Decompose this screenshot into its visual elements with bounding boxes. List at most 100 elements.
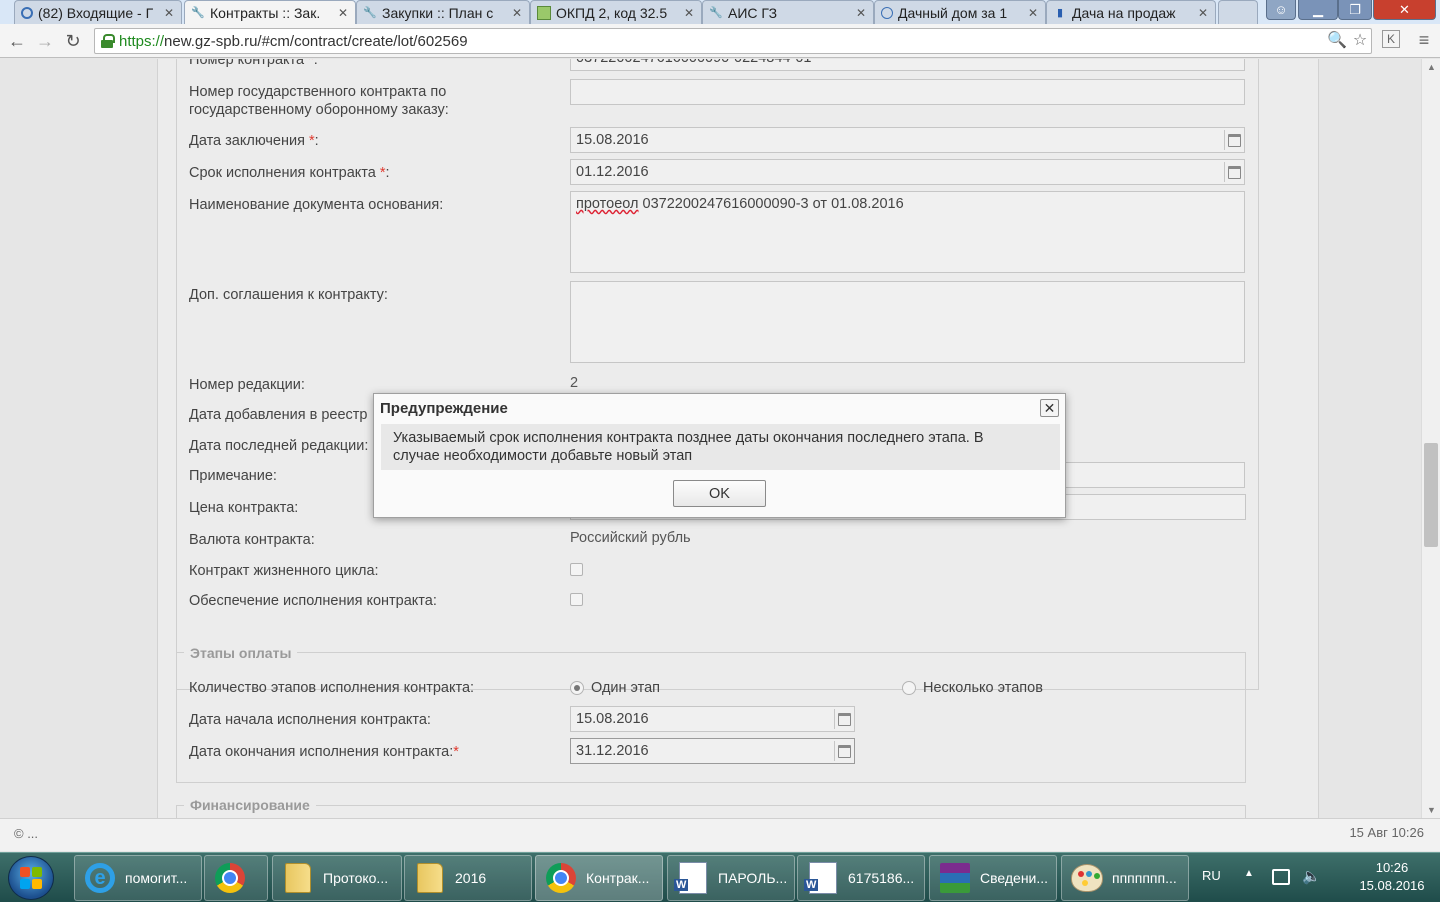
browser-tab-strip: (82) Входящие - Г ✕ 🔧 Контракты :: Зак. … (0, 0, 1440, 24)
user-icon[interactable]: ☺ (1266, 0, 1296, 20)
contract-number-field[interactable]: 0372200247616000090-0224844-01 (570, 59, 1245, 71)
dialog-message: Указываемый срок исполнения контракта по… (381, 424, 1060, 470)
revision-label: Номер редакции: (189, 377, 305, 393)
calendar-icon[interactable] (1224, 130, 1244, 150)
clock[interactable]: 10:26 15.08.2016 (1356, 859, 1428, 895)
tab-okpd[interactable]: ОКПД 2, код 32.5 ✕ (530, 0, 702, 24)
tab-contracts[interactable]: 🔧 Контракты :: Зак. ✕ (184, 0, 356, 24)
mail-icon (21, 6, 33, 19)
price-label: Цена контракта: (189, 500, 299, 516)
term-label: Срок исполнения контракта *: (189, 165, 390, 181)
network-icon[interactable] (1272, 869, 1290, 885)
dialog-title: Предупреждение (380, 400, 508, 417)
agreements-label: Доп. соглашения к контракту: (189, 287, 388, 303)
star-icon[interactable]: ☆ (1350, 30, 1370, 50)
back-icon[interactable]: ← (6, 30, 28, 52)
reload-icon[interactable]: ↻ (62, 30, 84, 52)
close-icon[interactable]: ✕ (1040, 399, 1059, 417)
ok-button[interactable]: OK (673, 480, 766, 507)
close-tab-icon[interactable]: ✕ (511, 6, 523, 20)
financing-fieldset (176, 805, 1246, 818)
tools-icon: 🔧 (709, 7, 723, 19)
tab-dacha-house[interactable]: Дачный дом за 1 ✕ (874, 0, 1046, 24)
paint-icon (1071, 864, 1103, 892)
revision-value: 2 (570, 375, 579, 391)
close-tab-icon[interactable]: ✕ (163, 6, 175, 20)
tab-ais[interactable]: 🔧 АИС ГЗ ✕ (702, 0, 874, 24)
close-tab-icon[interactable]: ✕ (337, 6, 349, 20)
windows-logo-icon (20, 867, 42, 889)
page-scrollbar[interactable]: ▲ ▼ (1421, 59, 1440, 818)
scroll-up-icon[interactable]: ▲ (1422, 59, 1440, 75)
taskbar-folder-protocols[interactable]: Протоко... (272, 855, 402, 901)
last-edit-label: Дата последней редакции: (189, 438, 369, 454)
many-stages-radio[interactable] (902, 681, 916, 695)
address-bar[interactable]: https://new.gz-spb.ru/#cm/contract/creat… (94, 28, 1372, 54)
forward-icon[interactable]: → (34, 30, 56, 52)
windows-taskbar: e помогит... Протоко... 2016 Контрак... … (0, 852, 1440, 902)
close-tab-icon[interactable]: ✕ (1197, 6, 1209, 20)
close-tab-icon[interactable]: ✕ (683, 6, 695, 20)
start-date-field[interactable]: 15.08.2016 (570, 706, 855, 732)
minimize-button[interactable]: ▁ (1298, 0, 1338, 20)
start-button[interactable] (8, 856, 54, 900)
conclusion-date-label: Дата заключения *: (189, 133, 319, 149)
extension-icon[interactable]: K (1382, 30, 1400, 48)
end-date-label: Дата окончания исполнения контракта:* (189, 744, 459, 760)
start-date-label: Дата начала исполнения контракта: (189, 712, 431, 728)
taskbar-winrar[interactable]: Сведени... (929, 855, 1057, 901)
taskbar-word-password[interactable]: ПАРОЛЬ... (667, 855, 795, 901)
lifecycle-checkbox[interactable] (570, 563, 583, 576)
folder-icon (285, 863, 311, 893)
end-date-field[interactable]: 31.12.2016 (570, 738, 855, 764)
term-field[interactable]: 01.12.2016 (570, 159, 1245, 185)
folder-icon (417, 863, 443, 893)
volume-icon[interactable]: 🔈 (1302, 867, 1321, 885)
defense-order-field[interactable] (570, 79, 1245, 105)
word-icon (674, 862, 707, 894)
new-tab-button[interactable] (1218, 0, 1258, 24)
one-stage-label: Один этап (591, 680, 661, 696)
calendar-icon[interactable] (834, 741, 854, 761)
tab-purchases[interactable]: 🔧 Закупки :: План с ✕ (356, 0, 530, 24)
security-checkbox[interactable] (570, 593, 583, 606)
taskbar-chrome[interactable] (204, 855, 268, 901)
tab-inbox[interactable]: (82) Входящие - Г ✕ (14, 0, 182, 24)
document-icon: 🔧 (191, 7, 205, 19)
tab-dacha-sale[interactable]: ▮ Дача на продаж ✕ (1046, 0, 1216, 24)
currency-label: Валюта контракта: (189, 532, 315, 548)
zoom-icon[interactable]: 🔍 (1327, 30, 1347, 50)
language-indicator[interactable]: RU (1202, 868, 1221, 883)
added-date-label: Дата добавления в реестр (189, 407, 368, 423)
warning-dialog: Предупреждение ✕ Указываемый срок исполн… (373, 393, 1066, 518)
taskbar-folder-2016[interactable]: 2016 (404, 855, 532, 901)
tray-expand-icon[interactable]: ▲ (1244, 868, 1254, 879)
page-viewport: Номер контракта *: 0372200247616000090-0… (0, 59, 1440, 818)
scroll-down-icon[interactable]: ▼ (1422, 802, 1440, 818)
close-tab-icon[interactable]: ✕ (855, 6, 867, 20)
tools-icon: 🔧 (363, 7, 377, 19)
contract-number-label: Номер контракта *: (189, 59, 318, 68)
status-datetime: 15 Авг 10:26 (1349, 825, 1424, 840)
conclusion-date-field[interactable]: 15.08.2016 (570, 127, 1245, 153)
calendar-icon[interactable] (1224, 162, 1244, 182)
stage-count-label: Количество этапов исполнения контракта: (189, 680, 475, 696)
base-doc-label: Наименование документа основания: (189, 197, 444, 213)
taskbar-chrome-contracts[interactable]: Контрак... (535, 855, 663, 901)
taskbar-ie[interactable]: e помогит... (74, 855, 202, 901)
taskbar-paint[interactable]: ппппппп... (1061, 855, 1189, 901)
maximize-button[interactable]: ❐ (1338, 0, 1372, 20)
taskbar-word-document[interactable]: 6175186... (797, 855, 925, 901)
close-tab-icon[interactable]: ✕ (1027, 6, 1039, 20)
globe-icon (881, 6, 893, 19)
security-label: Обеспечение исполнения контракта: (189, 593, 437, 609)
close-window-button[interactable]: ✕ (1373, 0, 1436, 20)
base-doc-textarea[interactable]: протоеол 0372200247616000090-3 от 01.08.… (570, 191, 1245, 273)
one-stage-radio[interactable] (570, 681, 584, 695)
bookmark-icon: ▮ (1056, 7, 1064, 19)
scroll-thumb[interactable] (1424, 443, 1438, 547)
calendar-icon[interactable] (834, 709, 854, 729)
menu-icon[interactable]: ≡ (1414, 30, 1434, 50)
lifecycle-label: Контракт жизненного цикла: (189, 563, 379, 579)
agreements-textarea[interactable] (570, 281, 1245, 363)
